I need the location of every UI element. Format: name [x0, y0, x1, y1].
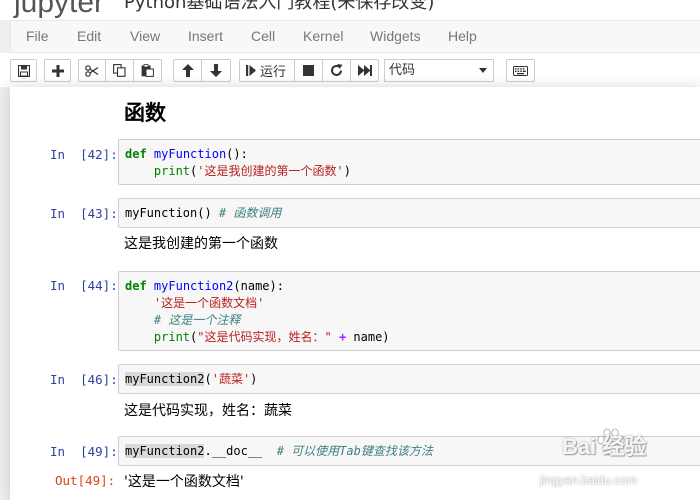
- step-forward-icon: [246, 65, 256, 76]
- cut-button[interactable]: [78, 59, 106, 82]
- input-prompt: In [46]:: [50, 372, 118, 387]
- copy-icon: [113, 64, 126, 77]
- menu-file[interactable]: File: [26, 21, 49, 52]
- code-text: ():: [226, 147, 248, 161]
- logo-text: jupyter: [14, 0, 105, 19]
- code-line: def myFunction():: [125, 146, 248, 162]
- code-comment: # 这是一个注释: [153, 313, 241, 327]
- baidu-jingyan-watermark: Bai 经验 jingyan.baidu.com: [538, 425, 700, 500]
- menu-cell[interactable]: Cell: [251, 21, 275, 52]
- code-comment: # 函数调用: [218, 206, 282, 220]
- watermark-text: Bai 经验: [562, 434, 647, 459]
- code-line: '这是一个函数文档': [125, 295, 264, 311]
- code-keyword: def: [125, 147, 147, 161]
- paste-button[interactable]: [133, 59, 162, 82]
- code-string: '这是我创建的第一个函数': [197, 164, 344, 178]
- jupyter-notebook-window: jupyter Python基础语法入门教程(未保存改变) File Edit …: [0, 0, 700, 500]
- fast-forward-icon: [357, 65, 372, 76]
- code-cell-input[interactable]: myFunction() # 函数调用: [118, 198, 700, 228]
- code-builtin: print: [153, 330, 191, 344]
- markdown-heading[interactable]: 函数: [124, 97, 166, 127]
- code-docstring: '这是一个函数文档': [153, 296, 265, 310]
- watermark-url: jingyan.baidu.com: [540, 473, 637, 487]
- menu-view[interactable]: View: [130, 21, 160, 52]
- paste-icon: [141, 64, 154, 77]
- input-prompt: In [49]:: [50, 444, 118, 459]
- code-text: myFunction(): [125, 206, 219, 220]
- menu-edit[interactable]: Edit: [77, 21, 101, 52]
- code-text: ): [343, 164, 351, 178]
- notebook-title[interactable]: Python基础语法入门教程(未保存改变): [124, 0, 434, 14]
- move-up-button[interactable]: [173, 59, 202, 82]
- code-line: myFunction() # 函数调用: [125, 205, 281, 221]
- header: jupyter Python基础语法入门教程(未保存改变): [0, 0, 700, 20]
- menu-help[interactable]: Help: [448, 21, 477, 52]
- code-line: print("这是代码实现，姓名：" + name): [125, 329, 390, 345]
- toolbar: 运行 代码: [0, 53, 700, 87]
- cut-icon: [85, 64, 99, 77]
- run-button[interactable]: 运行: [239, 59, 295, 82]
- insert-cell-button[interactable]: [44, 59, 71, 82]
- save-button[interactable]: [10, 59, 37, 82]
- move-down-button[interactable]: [201, 59, 231, 82]
- jupyter-logo[interactable]: jupyter: [14, 0, 104, 20]
- code-text: name): [346, 330, 390, 344]
- code-keyword: def: [125, 279, 147, 293]
- arrow-down-icon: [210, 64, 222, 77]
- code-function-name: myFunction2: [153, 279, 234, 293]
- output-prompt: Out[49]:: [55, 473, 116, 488]
- code-text: (name):: [233, 279, 284, 293]
- code-cell-input[interactable]: def myFunction(): print('这是我创建的第一个函数'): [118, 139, 700, 185]
- keyboard-icon: [513, 65, 528, 76]
- code-text: .__doc__: [204, 444, 277, 458]
- input-prompt: In [44]:: [50, 278, 118, 293]
- code-line: # 这是一个注释: [125, 312, 240, 328]
- chevron-down-icon: [479, 68, 487, 73]
- cell-type-select[interactable]: 代码: [384, 59, 494, 82]
- restart-icon: [330, 64, 343, 77]
- code-line: myFunction2('蔬菜'): [125, 371, 257, 387]
- copy-button[interactable]: [105, 59, 134, 82]
- code-text: myFunction2: [125, 444, 205, 458]
- code-line: print('这是我创建的第一个函数'): [125, 163, 351, 179]
- stop-icon: [303, 65, 314, 76]
- command-palette-button[interactable]: [506, 59, 535, 82]
- restart-kernel-button[interactable]: [322, 59, 351, 82]
- menu-insert[interactable]: Insert: [188, 21, 223, 52]
- restart-run-all-button[interactable]: [350, 59, 379, 82]
- run-button-label: 运行: [260, 65, 287, 80]
- code-cell-input[interactable]: def myFunction2(name): '这是一个函数文档' # 这是一个…: [118, 271, 700, 351]
- code-builtin: print: [153, 164, 191, 178]
- code-text: myFunction2: [125, 372, 205, 386]
- plus-icon: [51, 64, 64, 77]
- input-prompt: In [43]:: [50, 206, 118, 221]
- cell-type-value: 代码: [389, 63, 416, 78]
- code-line: def myFunction2(name):: [125, 278, 284, 294]
- input-prompt: In [42]:: [50, 147, 118, 162]
- arrow-up-icon: [181, 64, 194, 77]
- cell-output: '这是一个函数文档': [124, 474, 244, 490]
- save-icon: [17, 64, 30, 77]
- menubar: File Edit View Insert Cell Kernel Widget…: [10, 20, 700, 53]
- code-text: ): [250, 372, 258, 386]
- code-comment: # 可以使用Tab键查找该方法: [276, 444, 433, 458]
- code-text: (: [204, 372, 212, 386]
- code-string: "这是代码实现，姓名：": [197, 330, 332, 344]
- interrupt-kernel-button[interactable]: [294, 59, 323, 82]
- code-cell-input[interactable]: myFunction2('蔬菜'): [118, 364, 700, 394]
- code-line: myFunction2.__doc__ # 可以使用Tab键查找该方法: [125, 443, 433, 459]
- cell-output: 这是代码实现，姓名：蔬菜: [124, 403, 292, 419]
- code-string: '蔬菜': [211, 372, 251, 386]
- menu-widgets[interactable]: Widgets: [370, 21, 421, 52]
- cell-output: 这是我创建的第一个函数: [124, 236, 278, 252]
- code-function-name: myFunction: [153, 147, 227, 161]
- menu-kernel[interactable]: Kernel: [303, 21, 343, 52]
